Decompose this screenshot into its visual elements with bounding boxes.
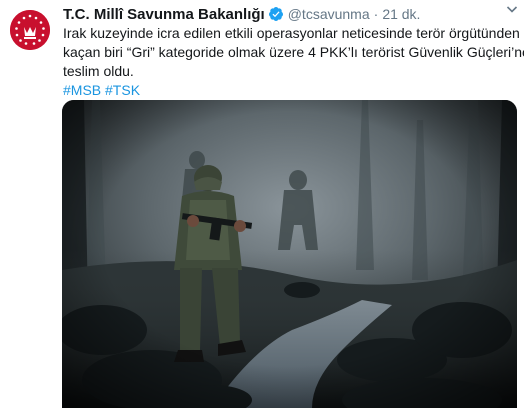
tweet-text-line: teslim oldu. (63, 63, 134, 79)
tweet-text-line: Irak kuzeyinde icra edilen etkili operas… (63, 25, 520, 41)
ministry-emblem-icon (10, 10, 50, 50)
hashtag-tsk[interactable]: #TSK (105, 82, 140, 98)
hashtags: #MSB #TSK (63, 81, 516, 100)
display-name[interactable]: T.C. Millî Savunma Bakanlığı (63, 6, 265, 23)
tweet-photo[interactable] (62, 100, 517, 408)
tweet[interactable]: T.C. Millî Savunma Bakanlığı @tcsavunma … (0, 0, 524, 408)
separator: · (373, 6, 379, 22)
verified-badge-icon (268, 7, 283, 21)
timestamp[interactable]: 21 dk. (382, 6, 420, 22)
tweet-header: T.C. Millî Savunma Bakanlığı @tcsavunma … (63, 5, 516, 23)
photo-illustration (62, 100, 517, 408)
tweet-text: Irak kuzeyinde icra edilen etkili operas… (63, 24, 524, 81)
tweet-text-line: kaçan biri “Gri” kategoride olmak üzere … (63, 44, 524, 60)
hashtag-msb[interactable]: #MSB (63, 82, 101, 98)
handle[interactable]: @tcsavunma (288, 6, 370, 22)
avatar[interactable] (10, 10, 50, 50)
tweet-body: T.C. Millî Savunma Bakanlığı @tcsavunma … (63, 5, 524, 100)
chevron-down-icon[interactable] (506, 3, 518, 15)
